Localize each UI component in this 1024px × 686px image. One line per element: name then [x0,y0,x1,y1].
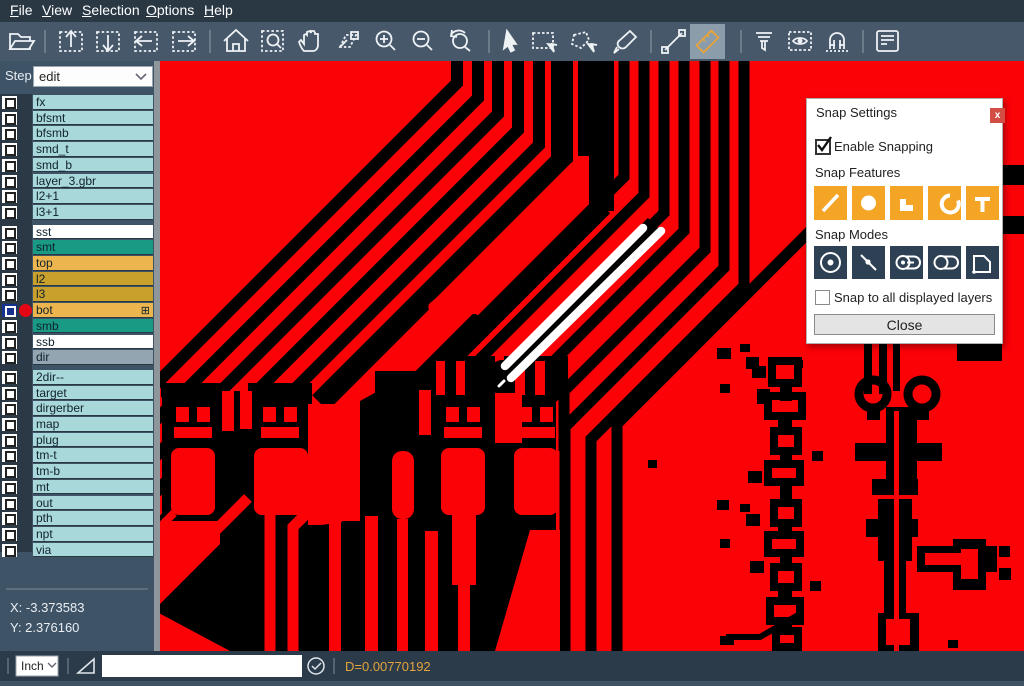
svg-text:D=0.00770192: D=0.00770192 [345,659,431,674]
svg-text:Inch: Inch [21,659,44,673]
